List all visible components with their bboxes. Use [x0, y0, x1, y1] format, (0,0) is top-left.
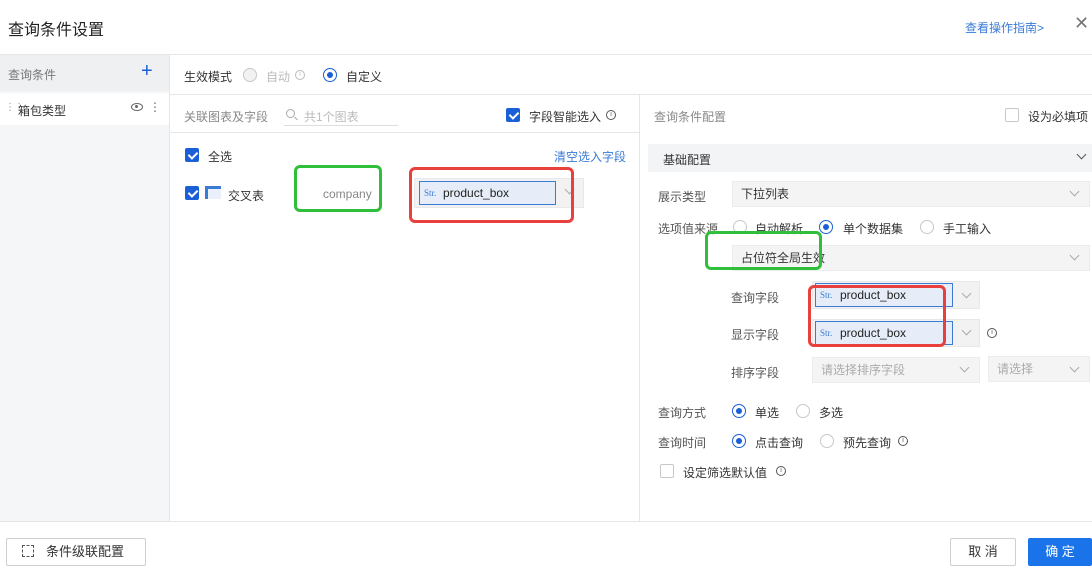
- info-icon[interactable]: i: [898, 436, 908, 446]
- plus-icon[interactable]: +: [141, 61, 153, 81]
- highlight-green-box: [294, 165, 382, 212]
- query-time-pre-label: 预先查询: [843, 436, 892, 450]
- default-value-label: 设定筛选默认值: [683, 466, 768, 480]
- confirm-button[interactable]: 确 定: [1028, 538, 1092, 566]
- dialog-title: 查询条件设置: [8, 22, 105, 39]
- search-icon: [286, 109, 295, 118]
- highlight-green-box: [705, 231, 822, 270]
- highlight-red-box: [808, 285, 946, 347]
- mode-custom-label: 自定义: [346, 70, 383, 84]
- sort-field-label: 排序字段: [731, 366, 780, 380]
- query-mode-single-radio[interactable]: [732, 404, 746, 418]
- display-type-select[interactable]: 下拉列表: [732, 181, 1090, 207]
- required-checkbox[interactable]: [1005, 108, 1019, 122]
- smart-select-label: 字段智能选入: [529, 110, 602, 124]
- mode-label: 生效模式: [184, 70, 233, 84]
- info-icon[interactable]: i: [606, 110, 616, 120]
- table-row-checkbox[interactable]: [185, 186, 199, 200]
- config-title: 查询条件配置: [654, 110, 727, 124]
- query-mode-multi-radio[interactable]: [796, 404, 810, 418]
- clear-fields-link[interactable]: 清空选入字段: [554, 148, 626, 165]
- select-all-label: 全选: [208, 150, 233, 164]
- source-dataset-radio[interactable]: [819, 220, 833, 234]
- query-mode-label: 查询方式: [658, 406, 707, 420]
- mode-auto-label: 自动: [266, 70, 291, 84]
- query-time-click-radio[interactable]: [732, 434, 746, 448]
- sidebar-divider: [169, 55, 170, 521]
- source-dataset-label: 单个数据集: [843, 222, 904, 236]
- default-value-checkbox[interactable]: [660, 464, 674, 478]
- cancel-button[interactable]: 取 消: [950, 538, 1016, 566]
- related-divider: [170, 132, 639, 133]
- table-name: 交叉表: [228, 189, 265, 203]
- footer-divider: [0, 521, 1092, 522]
- query-mode-multi-label: 多选: [819, 406, 844, 420]
- query-time-click-label: 点击查询: [755, 436, 804, 450]
- select-all-checkbox[interactable]: [185, 148, 199, 162]
- section-title: 基础配置: [663, 153, 712, 167]
- info-icon[interactable]: i: [987, 328, 997, 338]
- highlight-red-box: [409, 167, 574, 223]
- related-label: 关联图表及字段: [184, 110, 269, 124]
- mode-custom-radio[interactable]: [323, 68, 337, 82]
- smart-select-checkbox[interactable]: [506, 108, 520, 122]
- condition-list-title: 查询条件: [8, 68, 57, 82]
- query-time-label: 查询时间: [658, 436, 707, 450]
- query-mode-single-label: 单选: [755, 406, 780, 420]
- source-manual-label: 手工输入: [943, 222, 992, 236]
- eye-icon[interactable]: [131, 103, 143, 111]
- sort-field-select[interactable]: 请选择排序字段: [812, 357, 980, 383]
- close-icon[interactable]: ✕: [1074, 14, 1089, 32]
- query-field-label: 查询字段: [731, 291, 780, 305]
- info-icon[interactable]: i: [295, 70, 305, 80]
- query-time-pre-radio[interactable]: [820, 434, 834, 448]
- table-icon: [205, 186, 221, 199]
- info-icon[interactable]: i: [776, 466, 786, 476]
- more-vertical-icon[interactable]: ⋮: [149, 101, 161, 113]
- display-field-label: 显示字段: [731, 328, 780, 342]
- cascade-icon: [22, 545, 34, 557]
- required-label: 设为必填项: [1028, 110, 1089, 124]
- guide-link[interactable]: 查看操作指南>: [965, 19, 1044, 36]
- source-manual-radio[interactable]: [920, 220, 934, 234]
- mode-auto-radio[interactable]: [243, 68, 257, 82]
- chart-search-placeholder: 共1个图表: [304, 110, 359, 124]
- config-divider: [639, 95, 640, 521]
- display-type-label: 展示类型: [658, 190, 707, 204]
- condition-item-label: 箱包类型: [18, 104, 67, 118]
- mode-divider: [170, 94, 1092, 95]
- basic-config-section[interactable]: [648, 144, 1092, 172]
